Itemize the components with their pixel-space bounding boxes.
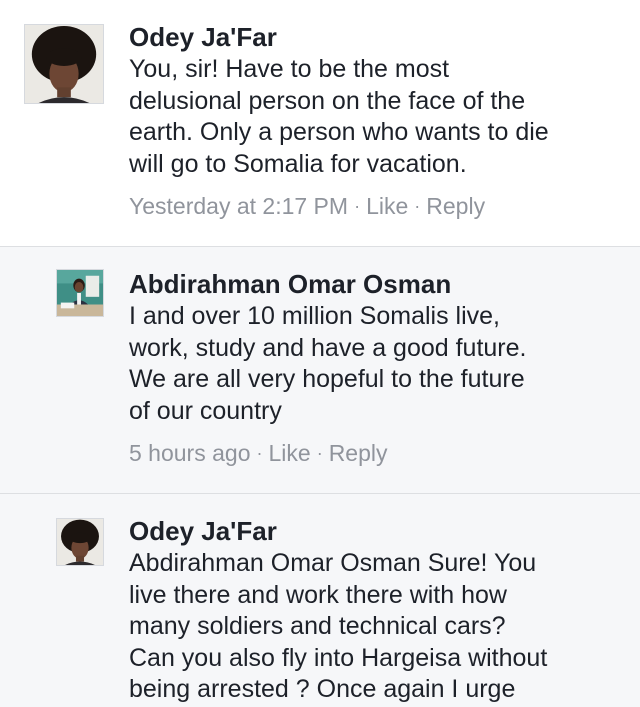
comment-meta: 5 hours ago · Like · Reply: [129, 439, 626, 467]
comment-timestamp[interactable]: 5 hours ago: [129, 440, 250, 466]
comment-text-line: We are all very hopeful to the future: [129, 365, 525, 393]
comment-text-line: delusional person on the face of the: [129, 86, 526, 115]
comment: Odey Ja'Far You, sir! Have to be the mos…: [0, 0, 640, 246]
comment-text: I and over 10 million Somalis live, work…: [129, 301, 626, 427]
avatar-photo: [57, 519, 103, 565]
reply-button[interactable]: Reply: [426, 193, 485, 219]
comment-text: You, sir! Have to be the most delusional…: [129, 54, 626, 180]
comment-text-line: being arrested ? Once again I urge: [129, 675, 516, 703]
reply-comment: Odey Ja'Far Abdirahman Omar Osman Sure! …: [0, 493, 640, 707]
comment-body: Odey Ja'Far Abdirahman Omar Osman Sure! …: [129, 514, 626, 706]
comment-text-line: Can you also fly into Hargeisa without: [129, 643, 548, 672]
comment-text-line: many soldiers and technical cars?: [129, 612, 506, 640]
comment-text-line: I and over 10 million Somalis live,: [129, 302, 500, 330]
meta-separator: ·: [354, 196, 361, 216]
meta-separator: ·: [414, 196, 421, 216]
comment-author[interactable]: Abdirahman Omar Osman: [129, 267, 626, 301]
reply-comment: Abdirahman Omar Osman I and over 10 mill…: [0, 246, 640, 493]
comment-body: Abdirahman Omar Osman I and over 10 mill…: [129, 267, 626, 467]
like-button[interactable]: Like: [268, 440, 310, 466]
meta-separator: ·: [316, 443, 323, 463]
avatar-photo: [25, 25, 103, 103]
meta-separator: ·: [256, 443, 263, 463]
comment-text-line: work, study and have a good future.: [129, 333, 527, 362]
reply-button[interactable]: Reply: [329, 440, 388, 466]
comment-author[interactable]: Odey Ja'Far: [129, 514, 626, 548]
comment-text-line: You, sir! Have to be the most: [129, 55, 450, 83]
comment-timestamp[interactable]: Yesterday at 2:17 PM: [129, 193, 348, 219]
comment-text: Abdirahman Omar Osman Sure! You live the…: [129, 548, 626, 706]
comment-body: Odey Ja'Far You, sir! Have to be the mos…: [129, 20, 626, 220]
comment-text-line: Abdirahman Omar Osman Sure! You: [129, 549, 537, 577]
comment-text-line: will go to Somalia for vacation.: [129, 149, 467, 178]
like-button[interactable]: Like: [366, 193, 408, 219]
comment-text-line: earth. Only a person who wants to die: [129, 118, 549, 146]
comment-text-line: of our country: [129, 396, 282, 425]
avatar[interactable]: [24, 24, 104, 104]
avatar[interactable]: [56, 269, 104, 317]
comment-meta: Yesterday at 2:17 PM · Like · Reply: [129, 192, 626, 220]
comment-thread: Odey Ja'Far You, sir! Have to be the mos…: [0, 0, 640, 707]
avatar[interactable]: [56, 518, 104, 566]
comment-text-line: live there and work there with how: [129, 580, 507, 609]
avatar-photo: [57, 270, 103, 316]
comment-author[interactable]: Odey Ja'Far: [129, 20, 626, 54]
